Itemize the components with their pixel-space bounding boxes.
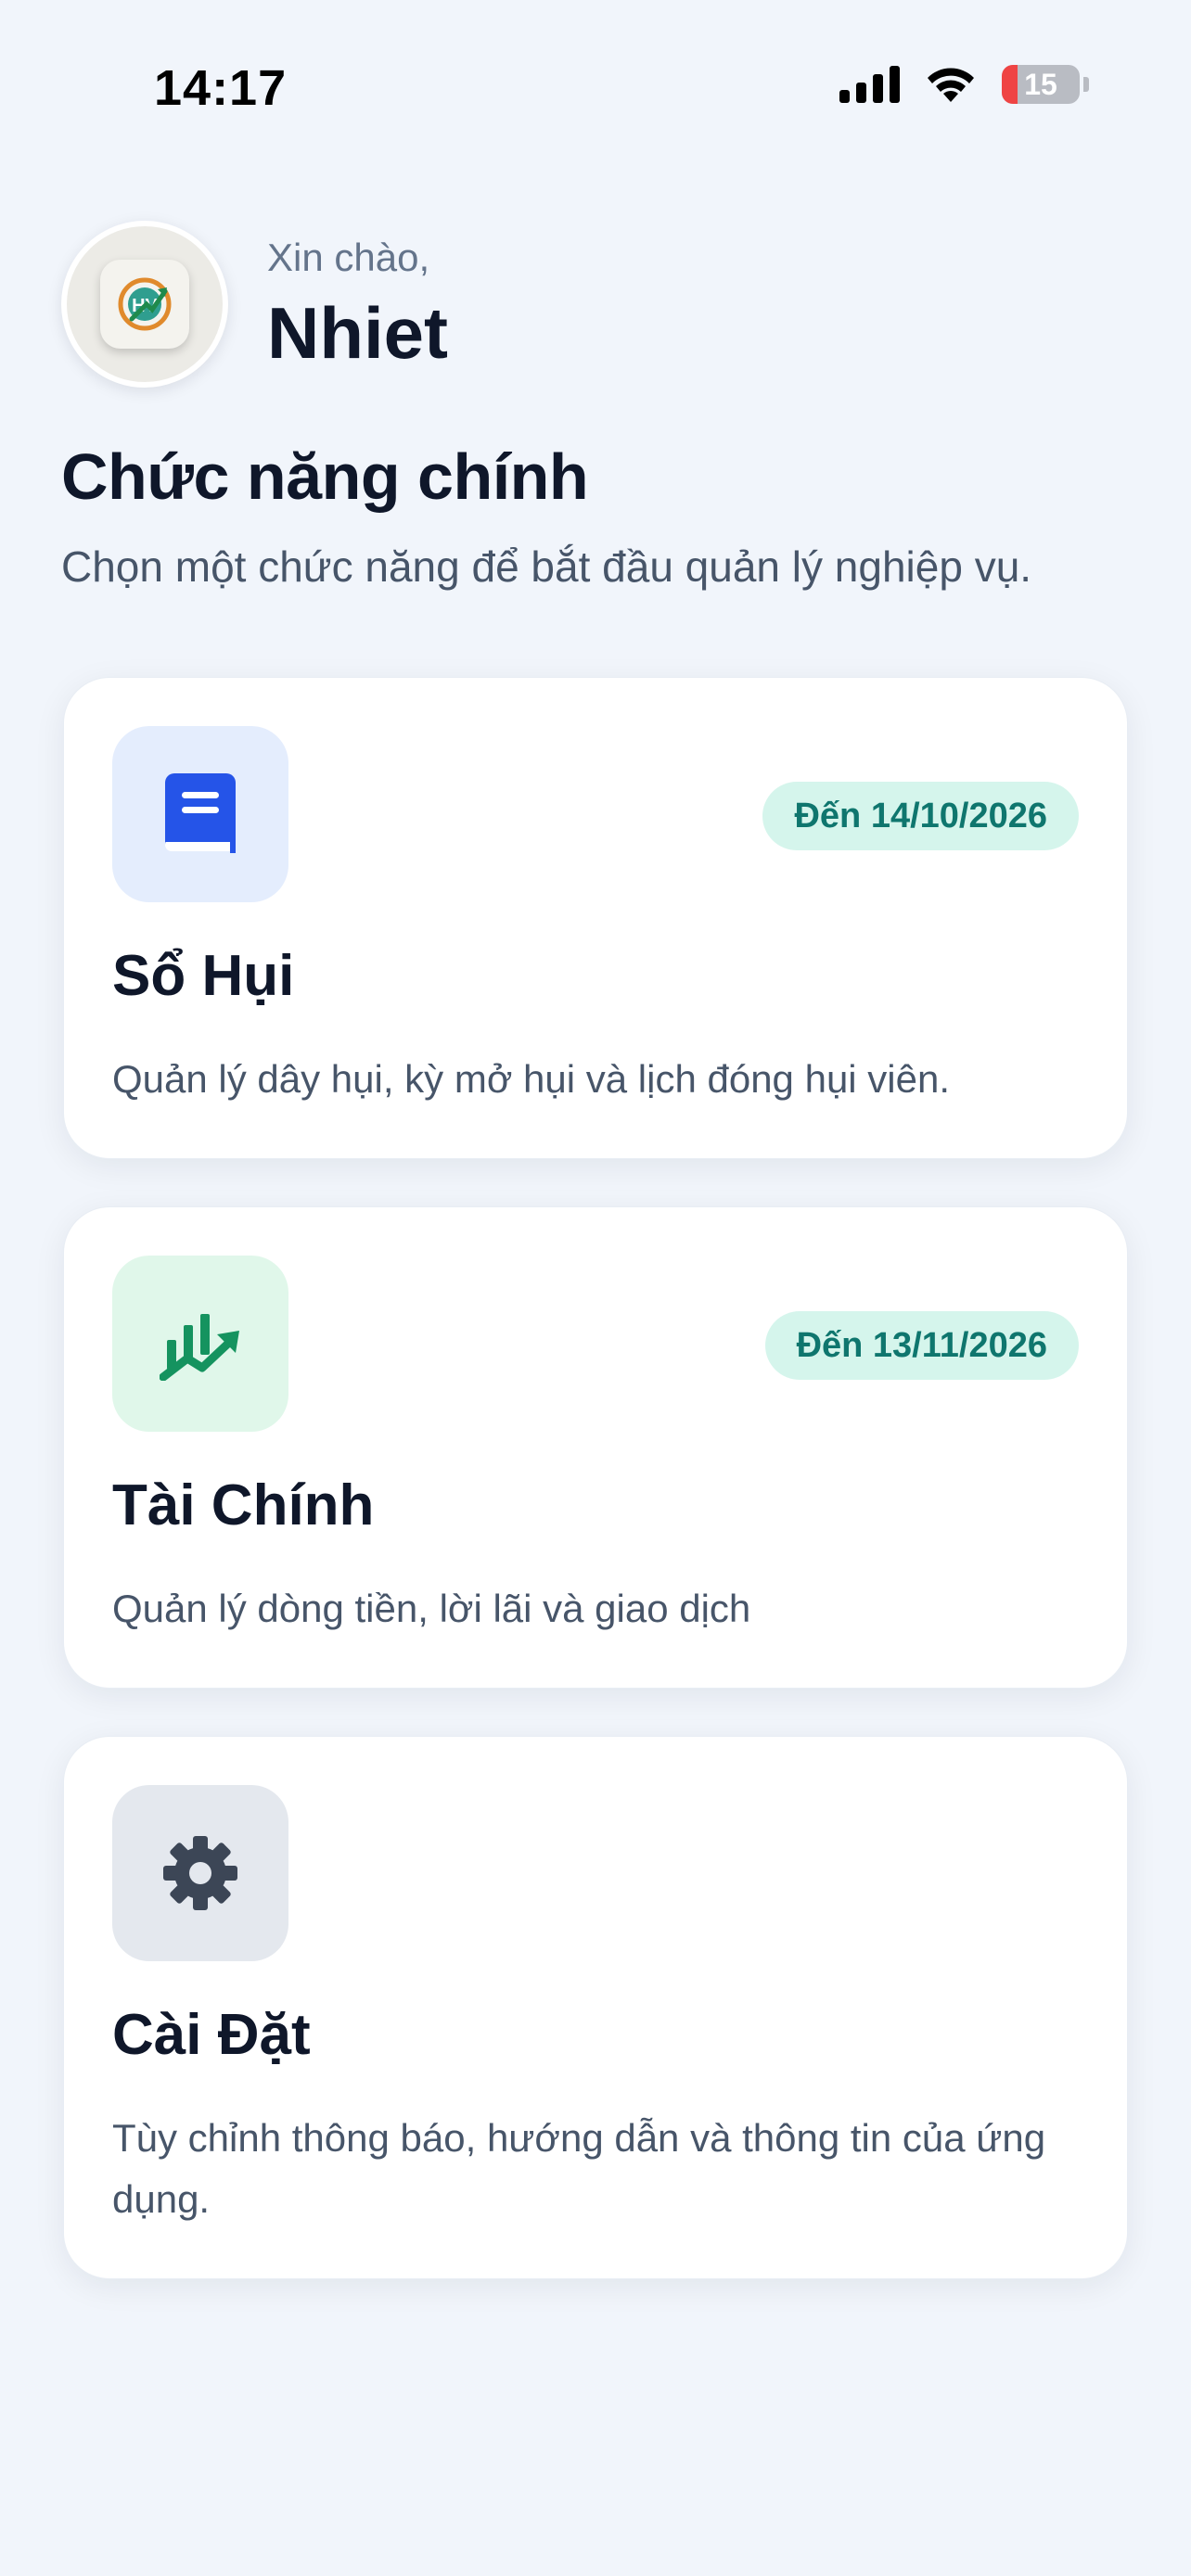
status-icons: 15 bbox=[839, 65, 1089, 104]
status-bar: 14:17 15 bbox=[0, 0, 1191, 176]
section-subtitle: Chọn một chức năng để bắt đầu quản lý ng… bbox=[61, 542, 1032, 591]
card-icon-box bbox=[112, 726, 288, 902]
card-title: Sổ Hụi bbox=[112, 944, 295, 1008]
card-tai-chinh[interactable]: Đến 13/11/2026 Tài Chính Quản lý dòng ti… bbox=[63, 1206, 1128, 1689]
card-cai-dat[interactable]: Cài Đặt Tùy chỉnh thông báo, hướng dẫn v… bbox=[63, 1736, 1128, 2279]
battery-cap bbox=[1083, 77, 1089, 92]
battery-level: 15 bbox=[1024, 67, 1057, 101]
gear-icon bbox=[163, 1836, 237, 1910]
battery-icon: 15 bbox=[1002, 65, 1080, 104]
signal-icon bbox=[839, 66, 900, 103]
user-name: Nhiet bbox=[267, 292, 448, 374]
chart-growth-icon bbox=[160, 1314, 239, 1381]
card-description: Quản lý dòng tiền, lời lãi và giao dịch bbox=[112, 1587, 751, 1630]
avatar[interactable]: HV bbox=[61, 221, 228, 388]
wifi-icon bbox=[928, 68, 974, 102]
card-icon-box bbox=[112, 1256, 288, 1432]
card-description: Tùy chỉnh thông báo, hướng dẫn và thông … bbox=[112, 2116, 1046, 2221]
card-icon-box bbox=[112, 1785, 288, 1961]
card-so-hui[interactable]: Đến 14/10/2026 Sổ Hụi Quản lý dây hụi, k… bbox=[63, 677, 1128, 1159]
status-time: 14:17 bbox=[154, 60, 288, 116]
book-icon bbox=[165, 773, 236, 853]
app-logo-icon: HV bbox=[100, 260, 189, 349]
home-screen: 14:17 15 HV Xin chào, Nhiet Chức năng ch… bbox=[0, 0, 1191, 2576]
card-description: Quản lý dây hụi, kỳ mở hụi và lịch đóng … bbox=[112, 1057, 951, 1101]
card-title: Tài Chính bbox=[112, 1473, 375, 1537]
battery-fill bbox=[1002, 65, 1018, 104]
expiry-badge: Đến 14/10/2026 bbox=[762, 782, 1079, 850]
greeting-text: Xin chào, bbox=[267, 236, 430, 279]
section-title: Chức năng chính bbox=[61, 440, 589, 513]
card-title: Cài Đặt bbox=[112, 2003, 311, 2067]
expiry-badge: Đến 13/11/2026 bbox=[764, 1311, 1079, 1380]
